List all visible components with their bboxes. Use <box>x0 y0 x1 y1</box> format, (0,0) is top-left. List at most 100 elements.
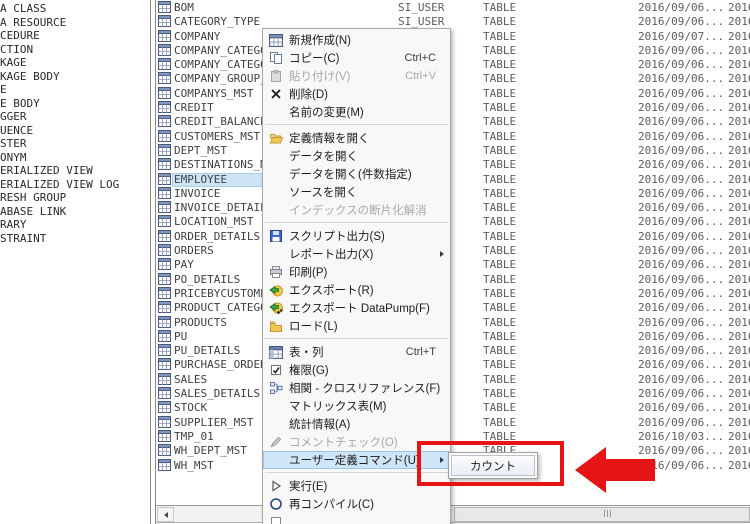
context-menu-item[interactable]: データを開く <box>263 147 450 165</box>
table-icon <box>158 1 171 15</box>
modified-date-cell: 2016/09/07... <box>638 29 725 43</box>
table-row[interactable]: CATEGORY_TYPE SI_USER TABLE 2016/09/06... 20… <box>156 15 750 29</box>
table-row[interactable]: LOCATION_MST TABLE 2016/09/06...2016 <box>156 215 750 229</box>
table-name-cell: CREDIT_BALANCE <box>174 115 267 129</box>
context-menu-item[interactable]: 名前の変更(M) <box>263 103 450 121</box>
context-menu-item[interactable] <box>263 513 450 524</box>
table-name-cell: PU <box>174 329 188 343</box>
modified-date-cell: 2016/09/06... <box>638 143 725 157</box>
table-row[interactable]: COMPANYS_MST TABLE 2016/09/06...2016 <box>156 86 750 101</box>
table-row[interactable]: CUSTOMERS_MST TABLE 2016/09/06...2016 <box>156 129 750 144</box>
table-row[interactable]: PU_DETAILS TABLE 2016/09/06...2016 <box>156 344 750 358</box>
modified-date-cell: 2016/09/06... <box>638 301 725 315</box>
tree-item[interactable]: CEDURE <box>0 29 149 43</box>
menu-item-label: 新規作成(N) <box>289 35 351 47</box>
tree-item[interactable]: A CLASS <box>0 2 149 16</box>
scrollbar-thumb[interactable] <box>454 507 750 522</box>
table-row[interactable]: PRODUCTS TABLE 2016/09/06...2016 <box>156 315 750 330</box>
context-menu-item[interactable]: 新規作成(N) <box>263 31 450 49</box>
context-menu-item[interactable]: ソースを開く <box>263 183 450 201</box>
table-icon <box>158 258 171 272</box>
context-menu-item[interactable]: データを開く(件数指定) <box>263 165 450 183</box>
table-row[interactable]: PU TABLE 2016/09/06...2016 <box>156 329 750 344</box>
context-menu-item[interactable]: エクスポート(R) <box>263 281 450 299</box>
menu-separator <box>263 219 450 227</box>
table-row[interactable]: PO_DETAILS TABLE 2016/09/06...2016 <box>156 272 750 287</box>
table-row[interactable]: BOM SI_USER TABLE 2016/09/06...2016 <box>156 1 750 15</box>
table-row[interactable]: ORDERS TABLE 2016/09/06...2016 <box>156 244 750 258</box>
table-row[interactable]: SALES_DETAILS TABLE 2016/09/06...2016 <box>156 387 750 401</box>
table-icon <box>158 215 171 229</box>
table-name-cell: PU_DETAILS <box>174 344 241 358</box>
table-name-cell: PO_DETAILS <box>174 272 241 286</box>
context-menu-item[interactable]: 統計情報(A) <box>263 415 450 433</box>
table-row[interactable]: PRICEBYCUSTOME TABLE 2016/09/06...2016 <box>156 286 750 301</box>
table-row[interactable]: COMPANY_CATEGO TABLE 2016/09/06...2016 <box>156 43 750 58</box>
checkbox-icon <box>263 363 289 377</box>
table-row[interactable]: TMP_01 TABLE 2016/10/03...2016 <box>156 429 750 444</box>
table-row[interactable]: DESTINATIONS_M TABLE 2016/09/06...2016 <box>156 158 750 172</box>
context-menu-item[interactable]: 再コンパイル(C) <box>263 495 450 513</box>
tree-item[interactable]: RESH GROUP <box>0 191 149 205</box>
table-row[interactable]: INVOICE_DETAIL TABLE 2016/09/06...2016 <box>156 201 750 215</box>
table-row[interactable]: PRODUCT_CATEGO TABLE 2016/09/06...2016 <box>156 301 750 315</box>
table-row[interactable]: PAY TABLE 2016/09/06...2016 <box>156 258 750 272</box>
context-menu-item[interactable]: レポート出力(X) <box>263 245 450 263</box>
tree-item[interactable]: ERIALIZED VIEW LOG <box>0 178 149 192</box>
table-row[interactable]: ORDER_DETAILS TABLE 2016/09/06...2016 <box>156 229 750 244</box>
submenu-item-count[interactable]: カウント <box>451 455 535 476</box>
tree-item[interactable]: RARY <box>0 218 149 232</box>
scroll-left-button[interactable] <box>157 507 174 522</box>
tree-item[interactable]: E <box>0 83 149 97</box>
table-row[interactable]: CREDIT_BALANCE TABLE 2016/09/06...2016 <box>156 115 750 129</box>
table-icon <box>158 186 171 201</box>
created-date-cell: 2016 <box>728 272 750 286</box>
context-menu-item[interactable]: ユーザー定義コマンド(U) <box>263 451 450 469</box>
tree-item[interactable]: E BODY <box>0 97 149 111</box>
context-menu-item[interactable]: 表・列 Ctrl+T <box>263 343 450 361</box>
tree-item[interactable]: ONYM <box>0 151 149 165</box>
context-menu-item[interactable]: 定義情報を開く <box>263 129 450 147</box>
context-menu-item[interactable]: エクスポート DataPump(F) <box>263 299 450 317</box>
modified-date-cell: 2016/09/06... <box>638 372 725 386</box>
panel-splitter[interactable] <box>150 0 151 524</box>
table-row[interactable]: INVOICE TABLE 2016/09/06...2016 <box>156 186 750 201</box>
table-row[interactable]: COMPANY_CATEGO TABLE 2016/09/06...2016 <box>156 58 750 72</box>
context-menu-item[interactable]: マトリックス表(M) <box>263 397 450 415</box>
type-cell: TABLE <box>483 172 517 186</box>
table-row[interactable]: CREDIT TABLE 2016/09/06...2016 <box>156 101 750 115</box>
modified-date-cell: 2016/09/06... <box>638 158 725 172</box>
context-menu-item[interactable]: コピー(C) Ctrl+C <box>263 49 450 67</box>
tree-item[interactable]: A RESOURCE <box>0 16 149 30</box>
tree-item[interactable]: GGER <box>0 110 149 124</box>
table-row[interactable]: DEPT_MST TABLE 2016/09/06...2016 <box>156 143 750 158</box>
horizontal-scrollbar[interactable] <box>156 505 750 523</box>
context-menu-item[interactable]: 印刷(P) <box>263 263 450 281</box>
tree-item[interactable]: STER <box>0 137 149 151</box>
table-name-cell: COMPANY_CATEGO <box>174 58 267 72</box>
tree-item[interactable]: CTION <box>0 43 149 57</box>
tree-item[interactable]: STRAINT <box>0 232 149 246</box>
table-name-cell: ORDERS <box>174 244 214 258</box>
tree-item[interactable]: KAGE <box>0 56 149 70</box>
context-menu-item[interactable]: 実行(E) <box>263 477 450 495</box>
table-row[interactable]: STOCK TABLE 2016/09/06...2016 <box>156 401 750 415</box>
table-row[interactable]: EMPLOYEE TABLE 2016/09/06...2016 <box>156 172 750 187</box>
tree-item[interactable]: KAGE BODY <box>0 70 149 84</box>
modified-date-cell: 2016/09/06... <box>638 1 725 14</box>
table-row[interactable]: COMPANY TABLE 2016/09/07...2016 <box>156 29 750 44</box>
tree-item[interactable]: UENCE <box>0 124 149 138</box>
context-menu-item[interactable]: 権限(G) <box>263 361 450 379</box>
context-menu-item[interactable]: 削除(D) <box>263 85 450 103</box>
table-row[interactable]: SALES TABLE 2016/09/06...2016 <box>156 372 750 387</box>
context-menu-item[interactable]: スクリプト出力(S) <box>263 227 450 245</box>
tree-item[interactable]: ABASE LINK <box>0 205 149 219</box>
context-menu-item[interactable]: ロード(L) <box>263 317 450 335</box>
table-row[interactable]: PURCHASE_ORDER TABLE 2016/09/06...2016 <box>156 358 750 372</box>
table-row[interactable]: SUPPLIER_MST TABLE 2016/09/06...2016 <box>156 415 750 430</box>
table-row[interactable]: COMPANY_GROUP_ TABLE 2016/09/06...2016 <box>156 72 750 86</box>
table-name-cell: DESTINATIONS_M <box>174 158 267 172</box>
context-menu-item[interactable]: 相関 - クロスリファレンス(F) <box>263 379 450 397</box>
table-name-cell: INVOICE <box>174 186 221 200</box>
tree-item[interactable]: ERIALIZED VIEW <box>0 164 149 178</box>
